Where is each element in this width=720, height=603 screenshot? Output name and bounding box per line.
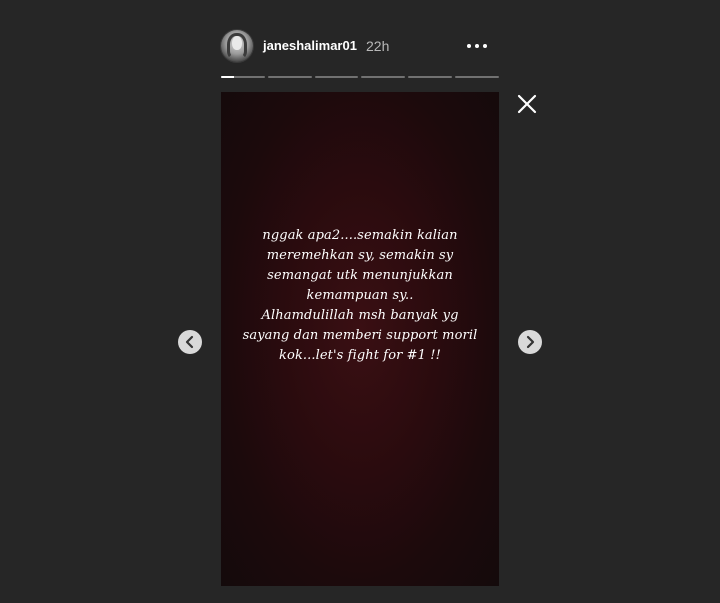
progress-segment xyxy=(408,76,453,78)
story-text-line: kemampuan sy.. xyxy=(306,288,414,303)
more-options-button[interactable] xyxy=(467,36,491,56)
story-media[interactable]: nggak apa2....semakin kalian meremehkan s… xyxy=(221,92,499,586)
progress-segment xyxy=(267,76,312,78)
chevron-right-icon xyxy=(526,335,535,349)
story-text-line: semangat utk menunjukkan xyxy=(267,268,453,283)
story-header: janeshalimar01 22h xyxy=(221,30,499,62)
story-text-line: Alhamdulillah msh banyak yg xyxy=(261,308,459,323)
previous-story-button[interactable] xyxy=(178,330,202,354)
close-button[interactable] xyxy=(516,93,538,115)
story-progress-bar xyxy=(221,76,499,78)
story-viewer: janeshalimar01 22h nggak apa2....semakin… xyxy=(0,0,720,603)
story-text-line: nggak apa2....semakin kalian xyxy=(262,228,458,243)
progress-segment xyxy=(314,76,359,78)
story-text-line: kok...let's fight for #1 !! xyxy=(279,348,441,363)
post-timestamp: 22h xyxy=(366,38,390,54)
username-link[interactable]: janeshalimar01 xyxy=(263,38,357,54)
story-text-line: sayang dan memberi support moril xyxy=(242,328,478,343)
avatar[interactable] xyxy=(221,30,253,62)
chevron-left-icon xyxy=(185,335,194,349)
more-dot-icon xyxy=(475,44,479,48)
close-icon xyxy=(517,94,537,114)
story-caption: nggak apa2....semakin kalian meremehkan s… xyxy=(221,226,499,366)
more-dot-icon xyxy=(483,44,487,48)
avatar-face xyxy=(232,36,242,50)
progress-segment xyxy=(221,76,265,78)
progress-segment xyxy=(455,76,499,78)
story-text-line: meremehkan sy, semakin sy xyxy=(266,248,454,263)
progress-fill xyxy=(221,76,235,78)
progress-segment xyxy=(361,76,406,78)
more-dot-icon xyxy=(467,44,471,48)
next-story-button[interactable] xyxy=(518,330,542,354)
